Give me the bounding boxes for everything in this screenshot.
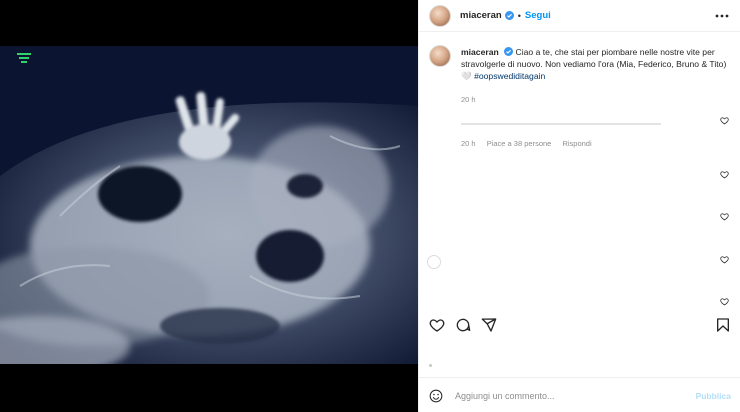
add-comment-bar: Pubblica bbox=[419, 379, 740, 412]
faded-comment-text bbox=[461, 123, 661, 125]
verified-badge-icon bbox=[504, 11, 514, 20]
likes-placeholder-dot bbox=[429, 364, 432, 367]
username-link[interactable]: miaceran bbox=[460, 10, 502, 21]
comments-list[interactable]: miaceran Ciao a te, che stai per piombar… bbox=[419, 33, 740, 314]
comment-icon[interactable] bbox=[455, 317, 471, 333]
comment-time: 20 h bbox=[461, 139, 476, 148]
post-media bbox=[0, 0, 418, 412]
publish-button[interactable]: Pubblica bbox=[696, 391, 731, 401]
comment-meta: 20 h Piace a 38 persone Rispondi bbox=[461, 139, 601, 148]
comment-row bbox=[429, 113, 729, 133]
reply-button[interactable]: Rispondi bbox=[562, 139, 591, 148]
instagram-post-window: miaceran • Segui miaceran Ciao a te, che… bbox=[0, 0, 740, 412]
caption-avatar[interactable] bbox=[429, 45, 451, 67]
comment-row bbox=[429, 209, 729, 229]
heart-icon[interactable] bbox=[720, 212, 729, 221]
emoji-icon[interactable] bbox=[429, 389, 443, 403]
caption-username[interactable]: miaceran bbox=[461, 47, 499, 57]
follow-button[interactable]: Segui bbox=[525, 10, 551, 21]
post-actions bbox=[419, 314, 740, 338]
comment-row bbox=[429, 294, 729, 314]
ultrasound-image bbox=[0, 46, 418, 364]
comment-likes[interactable]: Piace a 38 persone bbox=[487, 139, 552, 148]
heart-icon[interactable] bbox=[720, 170, 729, 179]
post-side-panel: miaceran • Segui miaceran Ciao a te, che… bbox=[418, 0, 740, 412]
comment-row bbox=[429, 167, 729, 187]
more-options-icon[interactable] bbox=[715, 9, 729, 23]
comment-row bbox=[429, 252, 729, 272]
hashtag-link[interactable]: #oopswediditagain bbox=[474, 71, 545, 81]
likes-section bbox=[419, 338, 740, 378]
separator-dot: • bbox=[517, 10, 521, 21]
bookmark-icon[interactable] bbox=[715, 317, 731, 333]
avatar[interactable] bbox=[429, 4, 451, 27]
comment-input[interactable] bbox=[455, 390, 675, 401]
share-icon[interactable] bbox=[481, 317, 497, 333]
heart-icon[interactable] bbox=[720, 297, 729, 306]
caption-text: miaceran Ciao a te, che stai per piombar… bbox=[461, 46, 731, 82]
post-header: miaceran • Segui bbox=[419, 0, 740, 32]
verified-badge-icon bbox=[504, 47, 514, 56]
heart-icon[interactable] bbox=[720, 255, 729, 264]
caption-time: 20 h bbox=[461, 95, 476, 104]
heart-icon[interactable] bbox=[429, 317, 445, 333]
heart-icon[interactable] bbox=[720, 116, 729, 125]
ultrasound-photo[interactable] bbox=[0, 46, 418, 364]
